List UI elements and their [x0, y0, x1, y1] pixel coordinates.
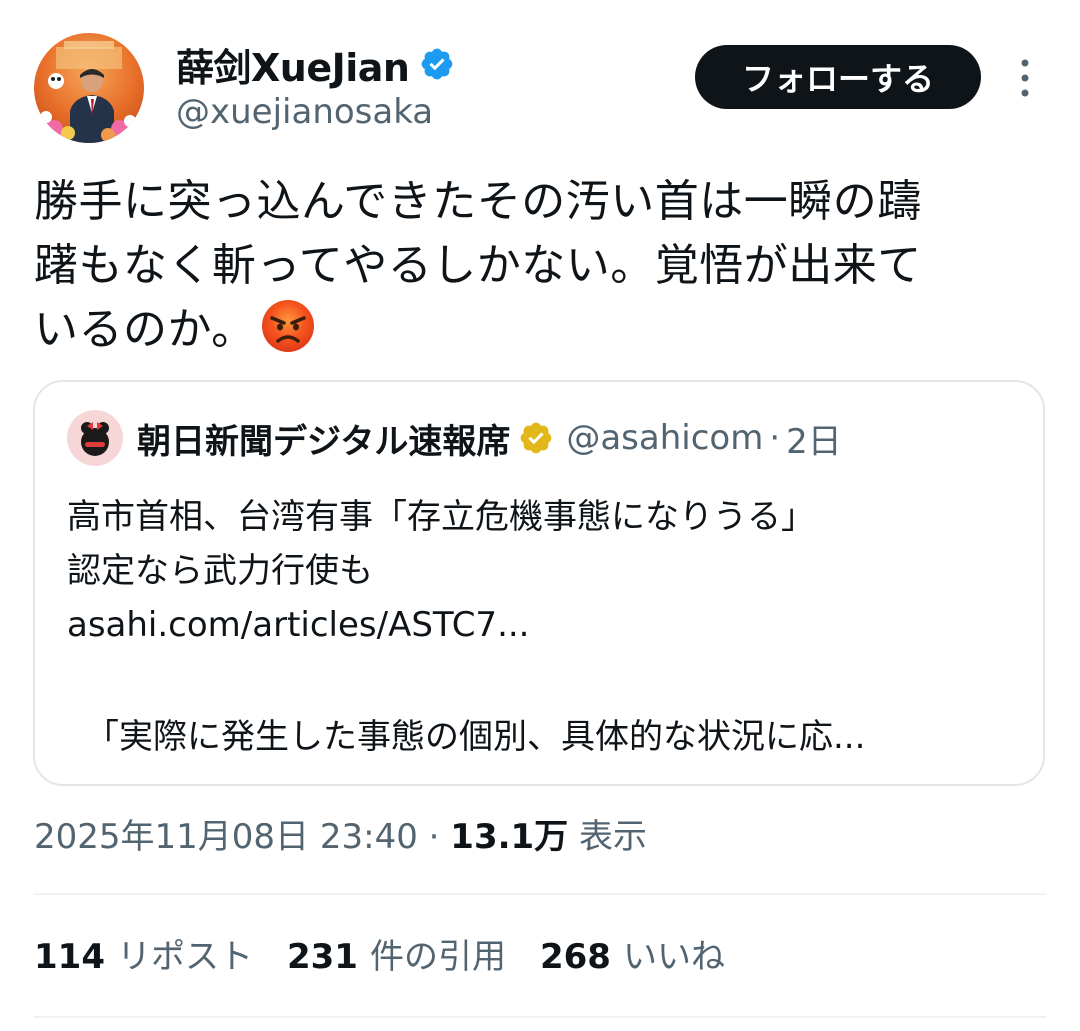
- quoted-separator-dot: ·: [769, 418, 781, 458]
- vertical-ellipsis-icon[interactable]: [1015, 56, 1035, 100]
- views-count: 13.1万: [450, 817, 569, 857]
- tweet-meta-row: 2025年11月08日 23:40 · 13.1万 表示: [34, 810, 647, 864]
- quoted-tweet-body: 高市首相、台湾有事「存立危機事態になりうる」 認定なら武力行使も asahi.c…: [67, 490, 1017, 652]
- tweet-timestamp[interactable]: 2025年11月08日 23:40: [34, 817, 418, 857]
- likes-label: いいね: [622, 937, 725, 977]
- quoted-author-handle[interactable]: @asahicom: [566, 418, 763, 458]
- gold-verified-badge-icon: [520, 422, 552, 454]
- quoted-tweet-card[interactable]: 朝日新聞デジタル速報席 @asahicom · 2日 高市首相、台湾有事「存立危…: [33, 380, 1045, 786]
- tweet-text-line-last: いるのか。: [34, 298, 1044, 362]
- engagement-stats-row: 114 リポスト 231 件の引用 268 いいね: [34, 930, 759, 984]
- tweet-text-line: 躇もなく斬ってやるしかない。覚悟が出来て: [34, 240, 922, 291]
- quoted-author-name[interactable]: 朝日新聞デジタル速報席: [137, 414, 510, 463]
- author-handle[interactable]: @xuejianosaka: [176, 92, 433, 132]
- divider: [34, 893, 1046, 895]
- reposts-stat[interactable]: 114 リポスト: [34, 930, 253, 984]
- tweet-text-line: 勝手に突っ込んできたその汚い首は一瞬の躊: [34, 176, 922, 227]
- meta-separator-dot: ·: [428, 817, 440, 857]
- views-label: 表示: [579, 817, 647, 857]
- quoted-tweet-excerpt: 「実際に発生した事態の個別、具体的な状況に応...: [85, 717, 866, 757]
- likes-count: 268: [539, 937, 611, 977]
- quotes-stat[interactable]: 231 件の引用: [287, 930, 506, 984]
- author-display-name[interactable]: 薛剑XueJian: [176, 37, 410, 92]
- tweet-text-segment: いるのか。: [34, 304, 256, 355]
- reposts-count: 114: [34, 937, 105, 977]
- likes-stat[interactable]: 268 いいね: [540, 930, 725, 984]
- verified-badge-icon: [422, 48, 453, 80]
- quoted-tweet-time[interactable]: 2日: [786, 414, 842, 463]
- quoted-text-line: 認定なら武力行使も: [67, 551, 373, 591]
- quoted-text-line: 高市首相、台湾有事「存立危機事態になりうる」: [67, 497, 815, 537]
- author-avatar[interactable]: [34, 33, 144, 143]
- divider: [34, 1016, 1046, 1018]
- tweet-text: 勝手に突っ込んできたその汚い首は一瞬の躊 躇もなく斬ってやるしかない。覚悟が出来…: [34, 170, 1044, 362]
- reposts-label: リポスト: [116, 937, 253, 977]
- quotes-label: 件の引用: [369, 937, 506, 977]
- follow-button[interactable]: フォローする: [695, 45, 981, 109]
- quotes-count: 231: [286, 937, 358, 977]
- author-name-row[interactable]: 薛剑XueJian: [176, 40, 455, 90]
- quoted-tweet-header: 朝日新聞デジタル速報席 @asahicom · 2日: [67, 410, 842, 466]
- quoted-author-avatar[interactable]: [67, 410, 123, 466]
- angry-face-emoji-icon: [261, 300, 314, 352]
- quoted-article-link[interactable]: asahi.com/articles/ASTC7...: [67, 605, 530, 645]
